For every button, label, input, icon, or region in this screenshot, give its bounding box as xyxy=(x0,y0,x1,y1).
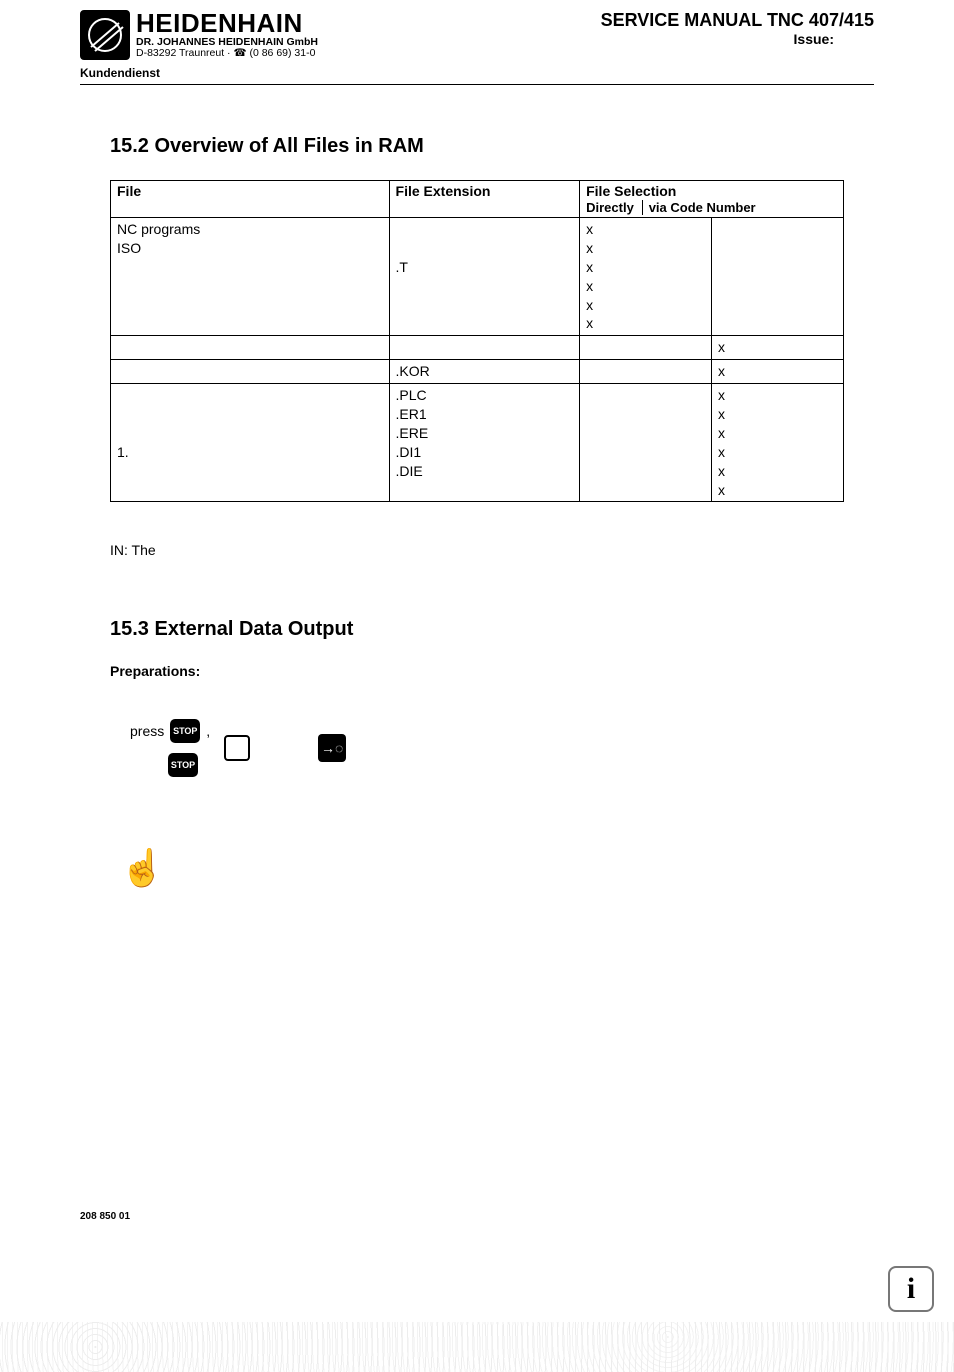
info-icon: i xyxy=(907,1272,915,1306)
files-table: File File Extension File Selection Direc… xyxy=(110,180,844,502)
heidenhain-logo-icon xyxy=(80,10,130,60)
table-row: .KOR x xyxy=(111,360,844,384)
table-cell xyxy=(712,218,844,336)
files-table-wrap: File File Extension File Selection Direc… xyxy=(110,180,844,502)
send-button-icon[interactable]: →◌ xyxy=(318,734,346,762)
kundendienst-label: Kundendienst xyxy=(80,66,874,80)
header-rule xyxy=(80,84,874,85)
th-selection-group: File Selection Directly via Code Number xyxy=(580,181,844,218)
page: HEIDENHAIN DR. JOHANNES HEIDENHAIN GmbH … xyxy=(0,0,954,1372)
press-col: press STOP , STOP xyxy=(130,719,210,777)
preparations-label: Preparations: xyxy=(110,663,874,679)
table-cell: .T xyxy=(389,218,580,336)
press-label: press xyxy=(130,723,164,739)
table-cell: 1. xyxy=(111,384,390,502)
stop-button-icon-2[interactable]: STOP xyxy=(168,753,198,777)
address-line: D-83292 Traunreut · ☎ (0 86 69) 31-0 xyxy=(136,48,318,59)
table-cell: NC programsISO xyxy=(111,218,390,336)
section-15-2-title: 15.2 Overview of All Files in RAM xyxy=(110,135,874,158)
logo-block: HEIDENHAIN DR. JOHANNES HEIDENHAIN GmbH … xyxy=(80,10,318,60)
table-cell xyxy=(111,360,390,384)
table-cell xyxy=(111,336,390,360)
comma: , xyxy=(206,723,210,739)
table-cell: .PLC.ER1.ERE.DI1.DIE xyxy=(389,384,580,502)
table-cell: xxxxxx xyxy=(712,384,844,502)
th-directly: Directly xyxy=(586,200,634,215)
page-header: HEIDENHAIN DR. JOHANNES HEIDENHAIN GmbH … xyxy=(80,10,874,60)
table-cell: .KOR xyxy=(389,360,580,384)
stop-button-icon[interactable]: STOP xyxy=(170,719,200,743)
logo-text: HEIDENHAIN DR. JOHANNES HEIDENHAIN GmbH … xyxy=(136,10,318,59)
brand-name: HEIDENHAIN xyxy=(136,10,318,37)
files-table-head: File File Extension File Selection Direc… xyxy=(111,181,844,218)
table-cell xyxy=(580,360,712,384)
th-via-code: via Code Number xyxy=(642,200,756,215)
files-table-body: NC programsISO .T xxxxxx x .KOR x 1. .PL… xyxy=(111,218,844,502)
table-cell: x xyxy=(712,360,844,384)
table-row: 1. .PLC.ER1.ERE.DI1.DIE xxxxxx xyxy=(111,384,844,502)
section-15-3-title: 15.3 External Data Output xyxy=(110,618,874,641)
manual-title: SERVICE MANUAL TNC 407/415 xyxy=(601,10,874,31)
pointing-hand-icon: ☝ xyxy=(120,847,874,889)
th-file: File xyxy=(111,181,390,218)
table-row: NC programsISO .T xxxxxx xyxy=(111,218,844,336)
table-row: x xyxy=(111,336,844,360)
table-cell: xxxxxx xyxy=(580,218,712,336)
table-cell: x xyxy=(712,336,844,360)
th-selection-line1: File Selection xyxy=(586,183,676,199)
title-block: SERVICE MANUAL TNC 407/415 Issue: xyxy=(601,10,874,47)
screen-button-icon[interactable] xyxy=(224,735,250,761)
document-number: 208 850 01 xyxy=(80,1211,130,1222)
table-cell xyxy=(389,336,580,360)
issue-label: Issue: xyxy=(601,31,834,47)
info-button[interactable]: i xyxy=(888,1266,934,1312)
th-extension: File Extension xyxy=(389,181,580,218)
table-cell xyxy=(580,336,712,360)
press-block: press STOP , STOP →◌ xyxy=(130,719,874,777)
section-15-2-note: IN: The xyxy=(110,542,874,558)
page-noise xyxy=(0,1322,954,1372)
table-cell xyxy=(580,384,712,502)
